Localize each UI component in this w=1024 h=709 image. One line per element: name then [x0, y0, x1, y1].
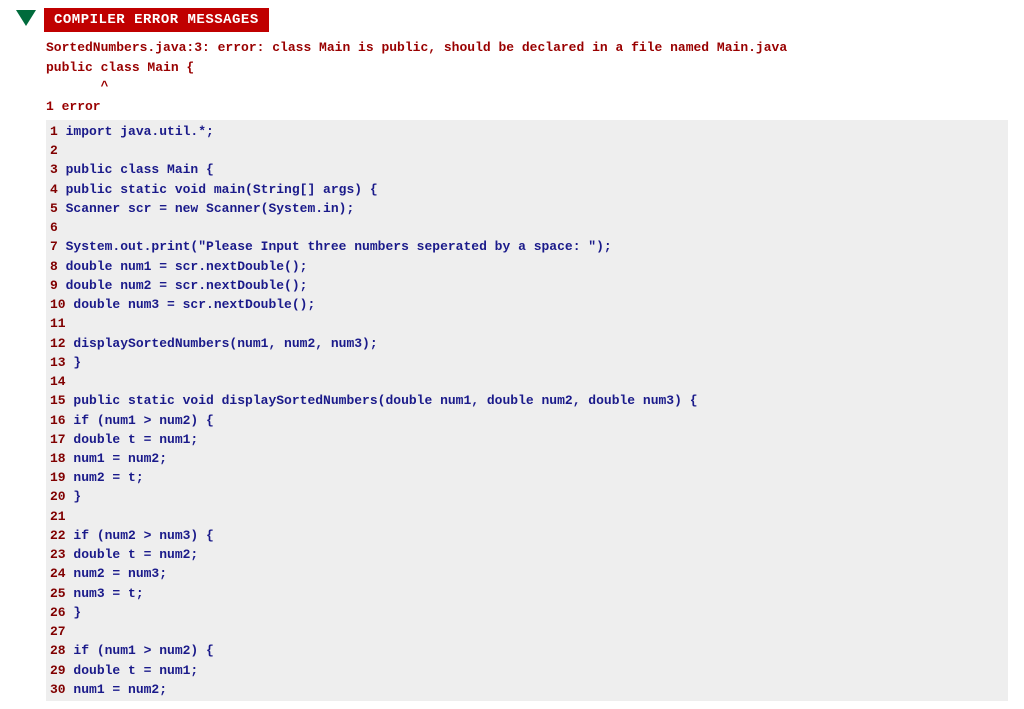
code-line: 21	[46, 507, 1008, 526]
code-text: public static void main(String[] args) {	[58, 182, 378, 197]
code-line: 7 System.out.print("Please Input three n…	[46, 237, 1008, 256]
line-number: 23	[50, 547, 66, 562]
code-line: 28 if (num1 > num2) {	[46, 641, 1008, 660]
line-number: 10	[50, 297, 66, 312]
code-text: num2 = t;	[66, 470, 144, 485]
line-number: 7	[50, 239, 58, 254]
line-number: 2	[50, 143, 58, 158]
line-number: 21	[50, 509, 66, 524]
code-line: 1 import java.util.*;	[46, 122, 1008, 141]
line-number: 9	[50, 278, 58, 293]
line-number: 3	[50, 162, 58, 177]
code-text: double num2 = scr.nextDouble();	[58, 278, 308, 293]
code-line: 15 public static void displaySortedNumbe…	[46, 391, 1008, 410]
line-number: 5	[50, 201, 58, 216]
code-text: double t = num2;	[66, 547, 199, 562]
line-number: 1	[50, 124, 58, 139]
code-line: 4 public static void main(String[] args)…	[46, 180, 1008, 199]
line-number: 13	[50, 355, 66, 370]
code-text: import java.util.*;	[58, 124, 214, 139]
code-line: 29 double t = num1;	[46, 661, 1008, 680]
code-text: num3 = t;	[66, 586, 144, 601]
line-number: 4	[50, 182, 58, 197]
line-number: 17	[50, 432, 66, 447]
error-badge: COMPILER ERROR MESSAGES	[44, 8, 269, 32]
line-number: 30	[50, 682, 66, 697]
line-number: 6	[50, 220, 58, 235]
code-line: 17 double t = num1;	[46, 430, 1008, 449]
code-line: 13 }	[46, 353, 1008, 372]
content-area: SortedNumbers.java:3: error: class Main …	[46, 38, 1008, 701]
code-text: double t = num1;	[66, 432, 199, 447]
code-line: 16 if (num1 > num2) {	[46, 411, 1008, 430]
code-line: 18 num1 = num2;	[46, 449, 1008, 468]
code-text: num1 = num2;	[66, 451, 167, 466]
error-summary: 1 error	[46, 99, 101, 114]
code-text: displaySortedNumbers(num1, num2, num3);	[66, 336, 378, 351]
code-text: Scanner scr = new Scanner(System.in);	[58, 201, 354, 216]
code-text: }	[66, 489, 82, 504]
line-number: 29	[50, 663, 66, 678]
code-line: 23 double t = num2;	[46, 545, 1008, 564]
code-line: 12 displaySortedNumbers(num1, num2, num3…	[46, 334, 1008, 353]
line-number: 22	[50, 528, 66, 543]
error-line-1: SortedNumbers.java:3: error: class Main …	[46, 40, 787, 55]
code-text: num1 = num2;	[66, 682, 167, 697]
line-number: 26	[50, 605, 66, 620]
code-line: 27	[46, 622, 1008, 641]
code-line: 9 double num2 = scr.nextDouble();	[46, 276, 1008, 295]
line-number: 11	[50, 316, 66, 331]
code-line: 6	[46, 218, 1008, 237]
code-text: if (num2 > num3) {	[66, 528, 214, 543]
line-number: 16	[50, 413, 66, 428]
header-row: COMPILER ERROR MESSAGES	[16, 8, 1008, 32]
code-line: 24 num2 = num3;	[46, 564, 1008, 583]
code-line: 10 double num3 = scr.nextDouble();	[46, 295, 1008, 314]
line-number: 8	[50, 259, 58, 274]
code-line: 8 double num1 = scr.nextDouble();	[46, 257, 1008, 276]
code-text: public static void displaySortedNumbers(…	[66, 393, 698, 408]
code-line: 22 if (num2 > num3) {	[46, 526, 1008, 545]
code-text: }	[66, 605, 82, 620]
code-text: public class Main {	[58, 162, 214, 177]
line-number: 24	[50, 566, 66, 581]
line-number: 27	[50, 624, 66, 639]
code-line: 2	[46, 141, 1008, 160]
collapse-triangle-icon[interactable]	[16, 10, 36, 26]
code-text: if (num1 > num2) {	[66, 643, 214, 658]
code-text: double num1 = scr.nextDouble();	[58, 259, 308, 274]
code-text: double num3 = scr.nextDouble();	[66, 297, 316, 312]
code-line: 11	[46, 314, 1008, 333]
code-text: num2 = num3;	[66, 566, 167, 581]
error-line-2: public class Main {	[46, 60, 194, 75]
code-line: 30 num1 = num2;	[46, 680, 1008, 699]
code-line: 26 }	[46, 603, 1008, 622]
code-line: 14	[46, 372, 1008, 391]
error-caret: ^	[46, 79, 108, 94]
code-block: 1 import java.util.*;23 public class Mai…	[46, 120, 1008, 701]
code-text: }	[66, 355, 82, 370]
code-line: 20 }	[46, 487, 1008, 506]
line-number: 14	[50, 374, 66, 389]
line-number: 15	[50, 393, 66, 408]
line-number: 18	[50, 451, 66, 466]
code-line: 3 public class Main {	[46, 160, 1008, 179]
code-text: double t = num1;	[66, 663, 199, 678]
compiler-error-text: SortedNumbers.java:3: error: class Main …	[46, 38, 1008, 116]
code-line: 25 num3 = t;	[46, 584, 1008, 603]
line-number: 28	[50, 643, 66, 658]
line-number: 25	[50, 586, 66, 601]
code-line: 5 Scanner scr = new Scanner(System.in);	[46, 199, 1008, 218]
code-line: 19 num2 = t;	[46, 468, 1008, 487]
code-text: if (num1 > num2) {	[66, 413, 214, 428]
code-text: System.out.print("Please Input three num…	[58, 239, 612, 254]
line-number: 20	[50, 489, 66, 504]
line-number: 19	[50, 470, 66, 485]
line-number: 12	[50, 336, 66, 351]
